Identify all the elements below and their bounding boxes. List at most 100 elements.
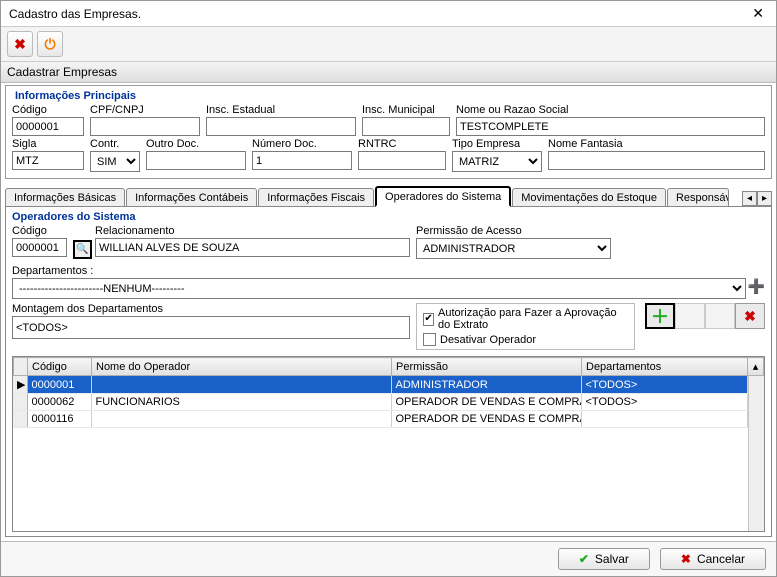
label-permissao: Permissão de Acesso bbox=[416, 225, 611, 237]
label-op-codigo: Código bbox=[12, 225, 67, 237]
power-button[interactable]: ⏻ bbox=[37, 31, 63, 57]
rntrc-field[interactable] bbox=[358, 151, 446, 170]
delete-button[interactable]: ✖ bbox=[7, 31, 33, 57]
fieldset-legend: Informações Principais bbox=[12, 90, 139, 102]
permissao-select[interactable]: ADMINISTRADOR bbox=[416, 238, 611, 259]
op-codigo-field[interactable] bbox=[12, 238, 67, 257]
prev-operator-button[interactable] bbox=[675, 303, 705, 329]
operator-action-buttons: ＋ ✖ bbox=[645, 303, 765, 329]
search-relacionamento-button[interactable]: 🔍 bbox=[73, 240, 92, 259]
cell-nome: FUNCIONARIOS bbox=[91, 394, 391, 411]
label-insc-estadual: Insc. Estadual bbox=[206, 104, 356, 116]
next-operator-button[interactable] bbox=[705, 303, 735, 329]
add-dept-icon[interactable]: ➕ bbox=[748, 278, 765, 299]
add-operator-button[interactable]: ＋ bbox=[645, 303, 675, 329]
tab-scroll: ◂ ▸ bbox=[742, 191, 772, 206]
grid-header-nome[interactable]: Nome do Operador bbox=[92, 358, 392, 376]
contr-select[interactable]: SIM bbox=[90, 151, 140, 172]
grid-scrollbar[interactable] bbox=[748, 376, 764, 531]
relacionamento-field[interactable] bbox=[95, 238, 410, 257]
label-sigla: Sigla bbox=[12, 138, 84, 150]
label-departamentos: Departamentos : bbox=[12, 265, 765, 277]
codigo-field[interactable] bbox=[12, 117, 84, 136]
grid-header-departamentos[interactable]: Departamentos bbox=[582, 358, 748, 376]
label-insc-municipal: Insc. Municipal bbox=[362, 104, 450, 116]
tipo-empresa-select[interactable]: MATRIZ bbox=[452, 151, 542, 172]
tab-body-operadores: Operadores do Sistema Código 🔍 Relaciona… bbox=[5, 207, 772, 537]
cell-codigo: 0000116 bbox=[27, 411, 91, 428]
departamentos-select[interactable]: -----------------------NENHUM--------- bbox=[12, 278, 746, 299]
tab-movimentacoes-estoque[interactable]: Movimentações do Estoque bbox=[512, 188, 666, 206]
insc-estadual-field[interactable] bbox=[206, 117, 356, 136]
save-label: Salvar bbox=[595, 552, 629, 566]
save-button[interactable]: ✔ Salvar bbox=[558, 548, 650, 570]
montagem-field[interactable] bbox=[12, 316, 410, 339]
autorizacao-checkbox-row: ✔ Autorização para Fazer a Aprovação do … bbox=[423, 307, 628, 331]
cell-permissao: ADMINISTRADOR bbox=[391, 376, 581, 394]
label-rntrc: RNTRC bbox=[358, 138, 446, 150]
cancel-button[interactable]: ✖ Cancelar bbox=[660, 548, 766, 570]
nome-fantasia-field[interactable] bbox=[548, 151, 765, 170]
close-icon[interactable]: ✕ bbox=[748, 5, 768, 22]
desativar-label: Desativar Operador bbox=[440, 334, 536, 346]
label-montagem: Montagem dos Departamentos bbox=[12, 303, 410, 315]
check-icon: ✔ bbox=[579, 552, 589, 566]
sigla-field[interactable] bbox=[12, 151, 84, 170]
remove-icon: ✖ bbox=[744, 308, 756, 325]
label-nome-razao: Nome ou Razao Social bbox=[456, 104, 765, 116]
row-indicator: ▶ bbox=[13, 376, 27, 394]
power-icon: ⏻ bbox=[44, 36, 55, 53]
table-row[interactable]: 0000062FUNCIONARIOSOPERADOR DE VENDAS E … bbox=[13, 394, 748, 411]
tab-scroll-left-icon[interactable]: ◂ bbox=[742, 191, 757, 206]
row-indicator bbox=[13, 411, 27, 428]
remove-operator-button[interactable]: ✖ bbox=[735, 303, 765, 329]
table-row[interactable]: ▶0000001ADMINISTRADOR<TODOS> bbox=[13, 376, 748, 394]
cell-codigo: 0000062 bbox=[27, 394, 91, 411]
tab-scroll-right-icon[interactable]: ▸ bbox=[757, 191, 772, 206]
table-row[interactable]: 0000116OPERADOR DE VENDAS E COMPRAS bbox=[13, 411, 748, 428]
cell-departamentos: <TODOS> bbox=[581, 394, 748, 411]
cell-codigo: 0000001 bbox=[27, 376, 91, 394]
delete-icon: ✖ bbox=[14, 36, 26, 53]
tab-informacoes-basicas[interactable]: Informações Básicas bbox=[5, 188, 125, 206]
tab-strip: Informações Básicas Informações Contábei… bbox=[5, 185, 772, 207]
operators-legend: Operadores do Sistema bbox=[12, 211, 765, 223]
label-numero-doc: Número Doc. bbox=[252, 138, 352, 150]
tab-informacoes-contabeis[interactable]: Informações Contábeis bbox=[126, 188, 257, 206]
grid-header-scroll[interactable]: ▴ bbox=[748, 358, 764, 376]
grid-header-row: Código Nome do Operador Permissão Depart… bbox=[14, 358, 764, 376]
label-cpf-cnpj: CPF/CNPJ bbox=[90, 104, 200, 116]
grid-header-permissao[interactable]: Permissão bbox=[392, 358, 582, 376]
cpf-cnpj-field[interactable] bbox=[90, 117, 200, 136]
fieldset-informacoes-principais: Informações Principais Código CPF/CNPJ I… bbox=[5, 85, 772, 179]
desativar-checkbox[interactable] bbox=[423, 333, 436, 346]
row-indicator bbox=[13, 394, 27, 411]
search-icon: 🔍 bbox=[76, 244, 88, 255]
nome-razao-field[interactable] bbox=[456, 117, 765, 136]
titlebar: Cadastro das Empresas. ✕ bbox=[1, 1, 776, 27]
footer: ✔ Salvar ✖ Cancelar bbox=[1, 541, 776, 576]
numero-doc-field[interactable] bbox=[252, 151, 352, 170]
cancel-label: Cancelar bbox=[697, 552, 745, 566]
grid-header-codigo[interactable]: Código bbox=[28, 358, 92, 376]
label-outro-doc: Outro Doc. bbox=[146, 138, 246, 150]
plus-icon: ＋ bbox=[651, 303, 669, 329]
autorizacao-label: Autorização para Fazer a Aprovação do Ex… bbox=[438, 307, 628, 331]
outro-doc-field[interactable] bbox=[146, 151, 246, 170]
tab-responsavel[interactable]: Responsáv bbox=[667, 188, 729, 206]
cell-departamentos bbox=[581, 411, 748, 428]
toolbar: ✖ ⏻ bbox=[1, 27, 776, 62]
cell-permissao: OPERADOR DE VENDAS E COMPRAS bbox=[391, 394, 581, 411]
section-header: Cadastrar Empresas bbox=[1, 62, 776, 83]
label-tipo-empresa: Tipo Empresa bbox=[452, 138, 542, 150]
cell-nome bbox=[91, 411, 391, 428]
tab-operadores-sistema[interactable]: Operadores do Sistema bbox=[375, 186, 511, 207]
insc-municipal-field[interactable] bbox=[362, 117, 450, 136]
desativar-checkbox-row: Desativar Operador bbox=[423, 333, 628, 346]
tab-informacoes-fiscais[interactable]: Informações Fiscais bbox=[258, 188, 374, 206]
autorizacao-checkbox[interactable]: ✔ bbox=[423, 313, 434, 326]
cancel-icon: ✖ bbox=[681, 552, 691, 566]
label-nome-fantasia: Nome Fantasia bbox=[548, 138, 765, 150]
operators-grid: Código Nome do Operador Permissão Depart… bbox=[12, 356, 765, 532]
cell-nome bbox=[91, 376, 391, 394]
